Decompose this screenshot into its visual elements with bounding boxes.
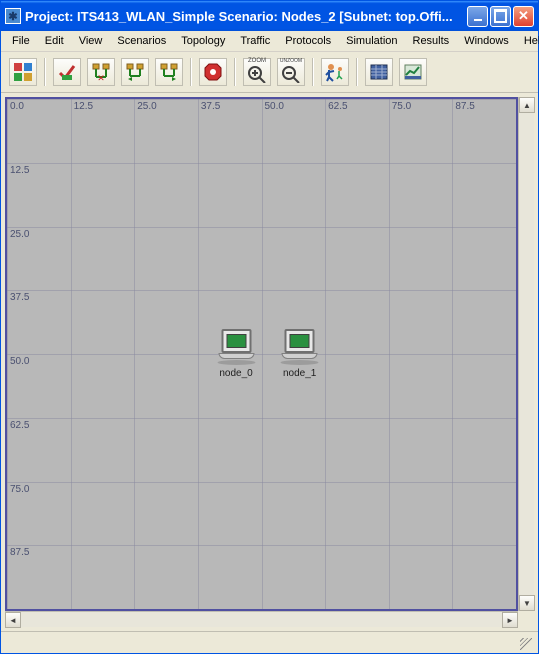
y-tick-label: 87.5 xyxy=(10,547,29,558)
close-button[interactable]: ✕ xyxy=(513,6,534,27)
menu-scenarios[interactable]: Scenarios xyxy=(110,33,173,49)
window-title: Project: ITS413_WLAN_Simple Scenario: No… xyxy=(25,9,467,24)
stop-icon[interactable] xyxy=(199,58,227,86)
menu-traffic[interactable]: Traffic xyxy=(233,33,277,49)
x-tick-label: 62.5 xyxy=(328,101,347,112)
zoom-label: ZOOM xyxy=(244,58,270,64)
chart-icon[interactable] xyxy=(399,58,427,86)
grid-line xyxy=(7,482,516,483)
y-tick-label: 25.0 xyxy=(10,229,29,240)
x-tick-label: 50.0 xyxy=(265,101,284,112)
resize-grip-icon[interactable] xyxy=(518,636,532,650)
topology-undo-icon[interactable] xyxy=(121,58,149,86)
node-label: node_0 xyxy=(219,368,252,379)
vertical-scrollbar[interactable]: ▲ ▼ xyxy=(518,97,534,611)
grid-line xyxy=(7,227,516,228)
x-tick-label: 75.0 xyxy=(392,101,411,112)
check-icon[interactable] xyxy=(53,58,81,86)
menu-file[interactable]: File xyxy=(5,33,37,49)
topology-fail-icon[interactable]: ✕ xyxy=(87,58,115,86)
app-window: ✱ Project: ITS413_WLAN_Simple Scenario: … xyxy=(0,0,539,654)
menu-simulation[interactable]: Simulation xyxy=(339,33,404,49)
table-icon[interactable] xyxy=(365,58,393,86)
workstation-icon xyxy=(285,329,315,353)
grid-line xyxy=(7,99,516,100)
node-label: node_1 xyxy=(283,368,316,379)
menu-view[interactable]: View xyxy=(72,33,110,49)
scroll-track[interactable] xyxy=(21,612,502,627)
statusbar xyxy=(1,631,538,653)
grid-line xyxy=(7,418,516,419)
grid-line xyxy=(7,290,516,291)
unzoom-label: UNZOOM xyxy=(278,58,304,64)
x-tick-label: 0.0 xyxy=(10,101,24,112)
toolbar-separator xyxy=(356,58,358,86)
menu-results[interactable]: Results xyxy=(406,33,457,49)
menu-edit[interactable]: Edit xyxy=(38,33,71,49)
grid-line xyxy=(7,163,516,164)
app-icon: ✱ xyxy=(5,8,21,24)
minimize-button[interactable] xyxy=(467,6,488,27)
scroll-up-button[interactable]: ▲ xyxy=(519,97,535,113)
menu-protocols[interactable]: Protocols xyxy=(278,33,338,49)
menu-topology[interactable]: Topology xyxy=(174,33,232,49)
toolbar-separator xyxy=(234,58,236,86)
menu-help[interactable]: Help xyxy=(517,33,539,49)
workstation-icon xyxy=(221,329,251,353)
grid-line xyxy=(7,545,516,546)
toolbar-separator xyxy=(312,58,314,86)
y-tick-label: 75.0 xyxy=(10,484,29,495)
horizontal-scrollbar[interactable]: ◄ ► xyxy=(5,611,518,627)
canvas[interactable]: 0.0 12.5 25.0 37.5 50.0 62.5 75.0 87.5 12.5 25.0 3… xyxy=(5,97,518,611)
shadow xyxy=(281,360,319,365)
x-tick-label: 87.5 xyxy=(455,101,474,112)
workstation-icon xyxy=(282,353,318,359)
menu-windows[interactable]: Windows xyxy=(457,33,516,49)
y-tick-label: 50.0 xyxy=(10,356,29,367)
maximize-button[interactable] xyxy=(490,6,511,27)
scroll-right-button[interactable]: ► xyxy=(502,612,518,628)
y-tick-label: 37.5 xyxy=(10,292,29,303)
scroll-track[interactable] xyxy=(519,113,534,595)
svg-text:✕: ✕ xyxy=(97,73,105,83)
scroll-down-button[interactable]: ▼ xyxy=(519,595,535,611)
palette-icon[interactable] xyxy=(9,58,37,86)
y-tick-label: 12.5 xyxy=(10,165,29,176)
x-tick-label: 25.0 xyxy=(137,101,156,112)
workstation-icon xyxy=(218,353,254,359)
y-tick-label: 62.5 xyxy=(10,420,29,431)
x-tick-label: 37.5 xyxy=(201,101,220,112)
run-icon[interactable] xyxy=(321,58,349,86)
network-node[interactable]: node_1 xyxy=(277,329,322,379)
toolbar-separator xyxy=(190,58,192,86)
workspace: 0.0 12.5 25.0 37.5 50.0 62.5 75.0 87.5 12.5 25.0 3… xyxy=(1,93,538,631)
shadow xyxy=(217,360,255,365)
toolbar: ✕ ZOOM UNZOOM xyxy=(1,52,538,93)
grid-line xyxy=(7,354,516,355)
toolbar-separator xyxy=(44,58,46,86)
titlebar[interactable]: ✱ Project: ITS413_WLAN_Simple Scenario: … xyxy=(1,1,538,31)
topology-redo-icon[interactable] xyxy=(155,58,183,86)
menubar: FileEditViewScenariosTopologyTrafficProt… xyxy=(1,31,538,52)
x-tick-label: 12.5 xyxy=(74,101,93,112)
zoom-out-icon[interactable]: UNZOOM xyxy=(277,58,305,86)
scroll-corner xyxy=(518,611,534,627)
scroll-left-button[interactable]: ◄ xyxy=(5,612,21,628)
network-node[interactable]: node_0 xyxy=(214,329,259,379)
zoom-in-icon[interactable]: ZOOM xyxy=(243,58,271,86)
